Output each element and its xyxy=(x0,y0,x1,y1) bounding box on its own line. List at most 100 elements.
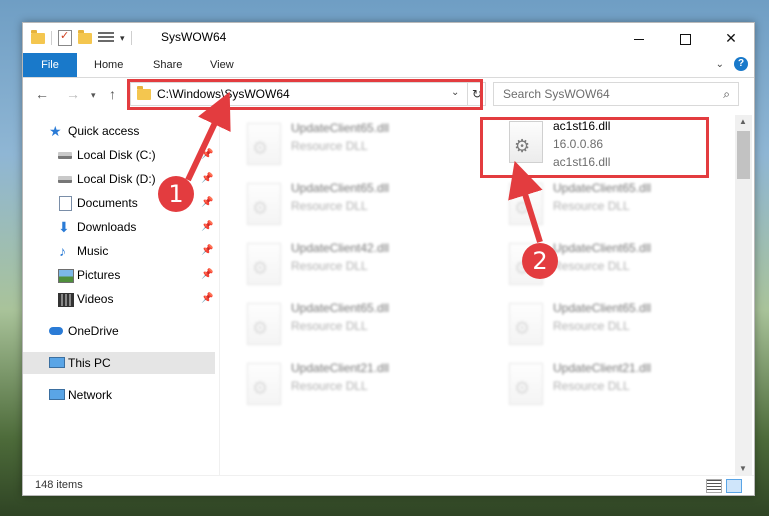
list-item[interactable]: UpdateClient42.dll Resource DLL xyxy=(239,237,469,293)
tab-view[interactable]: View xyxy=(210,53,234,77)
scrollbar-thumb[interactable] xyxy=(737,131,750,179)
step-1-badge: 1 xyxy=(158,176,194,212)
help-icon[interactable]: ? xyxy=(734,57,748,71)
sidebar-item-local-disk-c[interactable]: Local Disk (C:) 📌 xyxy=(23,144,215,166)
list-item[interactable]: UpdateClient65.dll Resource DLL xyxy=(239,177,469,233)
drive-icon xyxy=(58,176,72,183)
list-item[interactable]: UpdateClient21.dll Resource DLL xyxy=(239,357,469,413)
list-item[interactable]: UpdateClient65.dll Resource DLL xyxy=(501,297,731,353)
pin-icon[interactable]: 📌 xyxy=(201,240,213,262)
back-button[interactable]: ← xyxy=(35,86,49,102)
dll-file-icon xyxy=(509,303,543,345)
dll-file-icon xyxy=(509,183,543,225)
up-button[interactable]: ↑ xyxy=(109,86,116,102)
file-type: Resource DLL xyxy=(291,259,368,273)
videos-icon xyxy=(58,293,74,307)
sidebar-item-onedrive[interactable]: OneDrive xyxy=(23,320,215,342)
pin-icon[interactable]: 📌 xyxy=(201,264,213,286)
tab-home[interactable]: Home xyxy=(94,53,123,77)
customize-toolbar-dropdown-icon[interactable]: ▾ xyxy=(120,33,125,44)
sidebar-item-this-pc[interactable]: This PC xyxy=(23,352,215,374)
scroll-up-icon[interactable]: ▲ xyxy=(739,117,747,126)
music-icon: ♪ xyxy=(59,243,66,259)
document-icon xyxy=(59,196,72,211)
file-type: Resource DLL xyxy=(553,259,630,273)
details-view-icon[interactable] xyxy=(706,479,722,493)
folder-icon xyxy=(31,29,45,44)
window-title: SysWOW64 xyxy=(161,30,227,44)
vertical-scrollbar[interactable]: ▲ ▼ xyxy=(735,115,752,475)
list-item[interactable]: UpdateClient65.dll Resource DLL xyxy=(501,177,731,233)
step-2-badge: 2 xyxy=(522,243,558,279)
list-item[interactable]: UpdateClient21.dll Resource DLL xyxy=(501,357,731,413)
file-type: Resource DLL xyxy=(553,199,630,213)
properties-icon[interactable] xyxy=(58,29,72,46)
sidebar-item-label: Videos xyxy=(77,292,114,306)
file-name: UpdateClient65.dll xyxy=(291,181,390,195)
pane-divider[interactable] xyxy=(219,115,220,475)
sidebar-item-downloads[interactable]: ⬇ Downloads 📌 xyxy=(23,216,215,238)
sidebar-item-label: Quick access xyxy=(68,124,140,138)
close-icon: ✕ xyxy=(725,30,737,46)
pin-icon[interactable]: 📌 xyxy=(201,168,213,190)
quick-access-toolbar: ▾ xyxy=(31,29,132,46)
sidebar-item-quick-access[interactable]: ★ Quick access xyxy=(23,120,215,142)
sidebar-item-network[interactable]: Network xyxy=(23,384,215,406)
star-icon: ★ xyxy=(49,123,62,139)
sidebar-item-label: Pictures xyxy=(77,268,121,282)
ribbon: File Home Share View ⌄ ? xyxy=(23,53,754,78)
sidebar-item-music[interactable]: ♪ Music 📌 xyxy=(23,240,215,262)
sidebar-item-label: Documents xyxy=(77,196,138,210)
recent-locations-icon[interactable]: ▾ xyxy=(91,90,96,101)
minimize-button[interactable] xyxy=(616,23,662,53)
file-type: Resource DLL xyxy=(553,379,630,393)
sidebar-item-label: Network xyxy=(68,388,113,402)
drive-icon xyxy=(58,152,72,159)
new-folder-icon[interactable] xyxy=(78,29,92,44)
file-type: Resource DLL xyxy=(291,319,368,333)
list-item[interactable]: UpdateClient65.dll Resource DLL xyxy=(239,117,469,173)
file-name: UpdateClient42.dll xyxy=(291,241,390,255)
scroll-down-icon[interactable]: ▼ xyxy=(739,464,747,473)
tab-share[interactable]: Share xyxy=(153,53,182,77)
search-box[interactable]: Search SysWOW64 ⌕ xyxy=(493,82,739,106)
expand-ribbon-icon[interactable]: ⌄ xyxy=(716,59,724,70)
dll-file-icon xyxy=(247,123,281,165)
file-highlight-box xyxy=(480,117,709,178)
sidebar-item-videos[interactable]: Videos 📌 xyxy=(23,288,215,310)
sidebar-item-label: OneDrive xyxy=(68,324,119,338)
cloud-icon xyxy=(49,327,63,335)
pin-icon[interactable]: 📌 xyxy=(201,288,213,310)
dll-file-icon xyxy=(247,363,281,405)
forward-button[interactable]: → xyxy=(66,86,80,102)
view-menu-icon[interactable] xyxy=(98,32,114,44)
close-button[interactable]: ✕ xyxy=(708,23,754,53)
pin-icon[interactable]: 📌 xyxy=(201,216,213,238)
pictures-icon xyxy=(58,269,74,283)
sidebar-item-label: Local Disk (D:) xyxy=(77,172,156,186)
sidebar-item-pictures[interactable]: Pictures 📌 xyxy=(23,264,215,286)
file-name: UpdateClient65.dll xyxy=(553,181,652,195)
tab-file[interactable]: File xyxy=(23,53,77,77)
dll-file-icon xyxy=(247,183,281,225)
file-name: UpdateClient65.dll xyxy=(291,121,390,135)
dll-file-icon xyxy=(509,363,543,405)
ribbon-controls: ⌄ ? xyxy=(716,57,748,71)
file-type: Resource DLL xyxy=(291,199,368,213)
maximize-button[interactable] xyxy=(662,23,708,53)
download-icon: ⬇ xyxy=(58,219,70,235)
separator xyxy=(130,31,132,45)
network-icon xyxy=(49,389,65,400)
sidebar-item-label: Downloads xyxy=(77,220,137,234)
pin-icon[interactable]: 📌 xyxy=(201,192,213,214)
large-icons-view-icon[interactable] xyxy=(726,479,742,493)
pin-icon[interactable]: 📌 xyxy=(201,144,213,166)
list-item[interactable]: UpdateClient65.dll Resource DLL xyxy=(239,297,469,353)
search-icon[interactable]: ⌕ xyxy=(723,87,730,102)
sidebar-item-label: Music xyxy=(77,244,109,258)
file-name: UpdateClient21.dll xyxy=(553,361,652,375)
search-input[interactable]: Search SysWOW64 xyxy=(503,87,610,101)
file-name: UpdateClient65.dll xyxy=(291,301,390,315)
file-name: UpdateClient21.dll xyxy=(291,361,390,375)
title-bar: ▾ SysWOW64 ✕ xyxy=(23,23,754,53)
